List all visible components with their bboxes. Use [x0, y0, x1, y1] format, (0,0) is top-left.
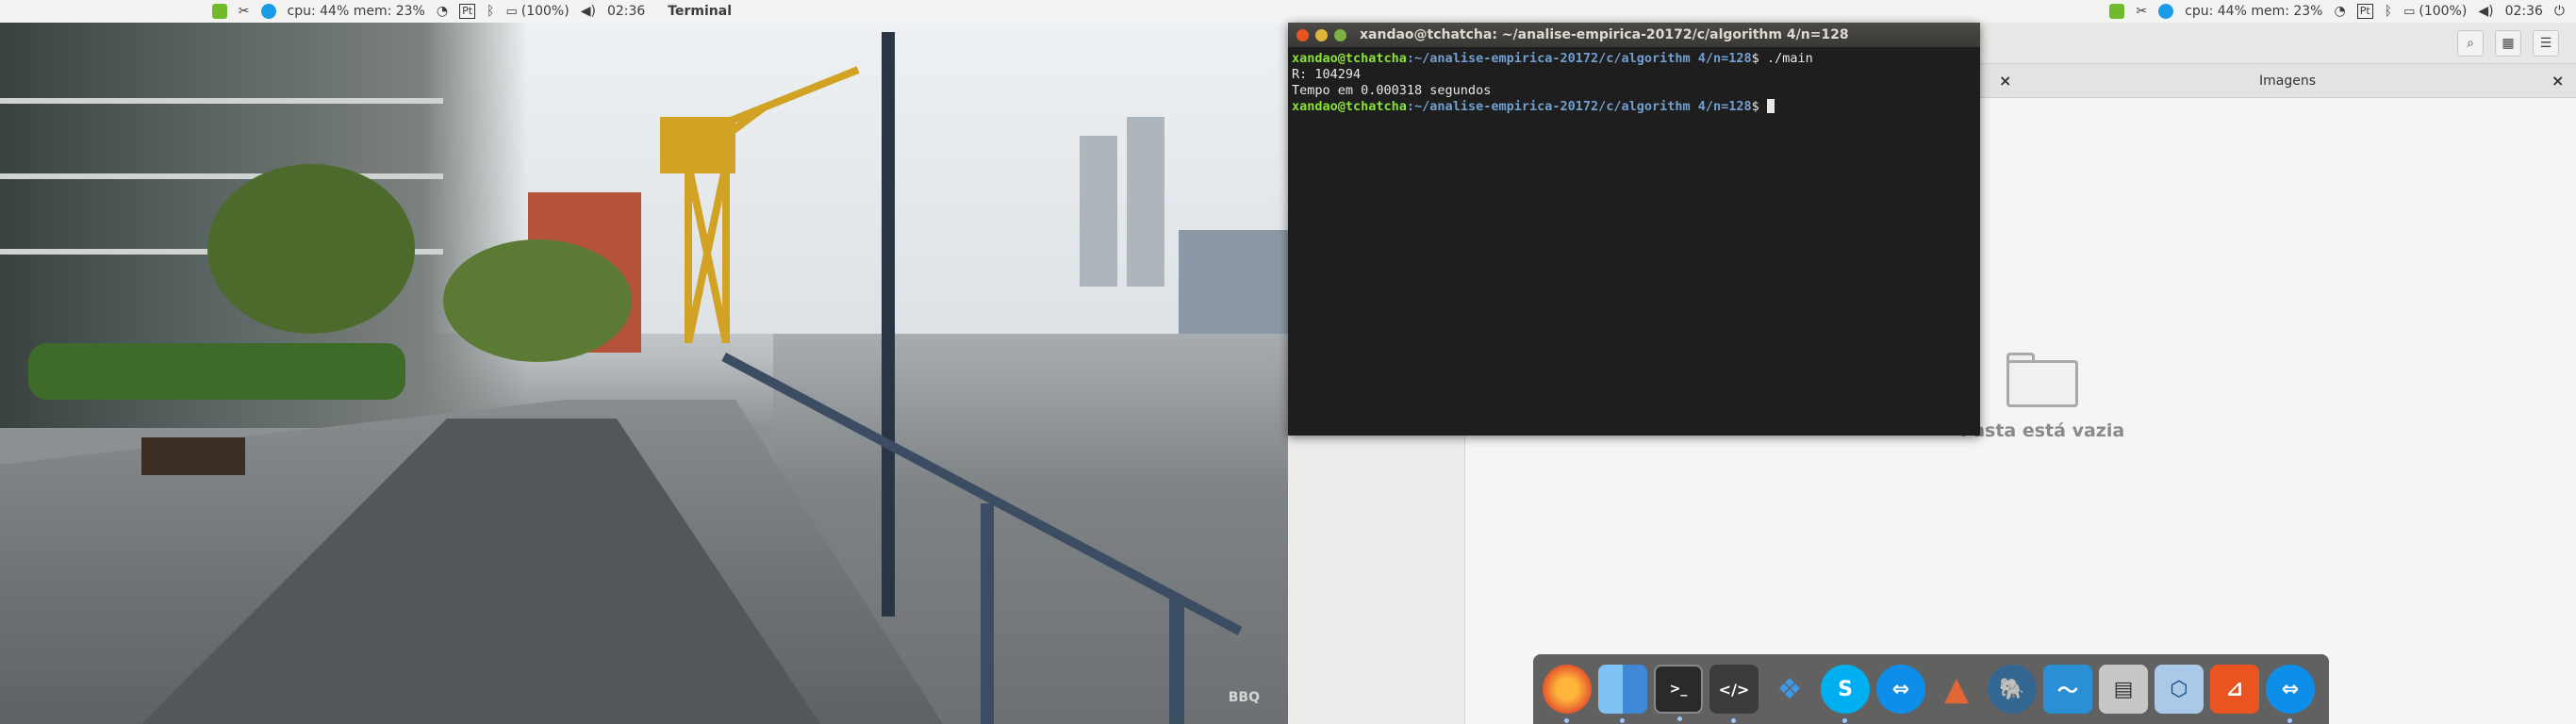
tab-label: Imagens — [2258, 74, 2316, 89]
lamp-post — [882, 32, 895, 617]
update-indicator-icon[interactable] — [2109, 4, 2125, 19]
tools-icon[interactable]: ✂ — [239, 4, 250, 19]
close-tab-icon[interactable]: × — [1999, 72, 2011, 90]
watermark: BBQ — [1228, 690, 1260, 705]
volume-icon[interactable]: ◀) — [581, 4, 596, 19]
minimize-window-button[interactable] — [1315, 28, 1328, 41]
clock[interactable]: 02:36 — [607, 4, 645, 19]
tree — [443, 239, 632, 362]
keyboard-layout[interactable]: Pt — [2356, 4, 2373, 19]
maximize-window-button[interactable] — [1334, 28, 1346, 41]
system-monitor[interactable]: cpu: 44% mem: 23% — [288, 4, 425, 19]
mysql-workbench-icon[interactable]: 〜 — [2043, 665, 2092, 714]
teamviewer-icon[interactable]: ⇔ — [1876, 665, 1925, 714]
teamviewer-tray-icon[interactable] — [260, 4, 276, 19]
active-app-name[interactable]: Terminal — [668, 4, 732, 19]
skyscraper — [1127, 117, 1164, 287]
system-monitor[interactable]: cpu: 44% mem: 23% — [2185, 4, 2322, 19]
railing-post — [1169, 598, 1184, 724]
virtualbox-icon[interactable]: ⬡ — [2155, 665, 2204, 714]
top-panel-right: ✂ cpu: 44% mem: 23% ◔ Pt ᛒ ▭ (100%) ◀) 0… — [1288, 0, 2576, 23]
tree — [207, 164, 415, 334]
close-tab-icon[interactable]: × — [2551, 72, 2564, 90]
terminal-output[interactable]: xandao@tchatcha:~/analise-empirica-20172… — [1288, 47, 1980, 119]
battery-percent[interactable]: (100%) — [2419, 4, 2467, 19]
tab-imagens[interactable]: Imagens — [2033, 64, 2542, 98]
code-editor-icon[interactable]: </> — [1709, 665, 1759, 723]
matlab-icon[interactable]: ▲ — [1932, 665, 1981, 714]
hedge — [28, 343, 405, 400]
postgresql-icon[interactable]: 🐘 — [1988, 665, 2037, 714]
menu-button[interactable]: ☰ — [2533, 30, 2559, 57]
terminal-titlebar[interactable]: xandao@tchatcha: ~/analise-empirica-2017… — [1288, 23, 1980, 47]
volume-icon[interactable]: ◀) — [2478, 4, 2493, 19]
terminal-title: xandao@tchatcha: ~/analise-empirica-2017… — [1360, 27, 1849, 42]
teamviewer-tray-icon[interactable] — [2158, 4, 2174, 19]
terminal-line: xandao@tchatcha:~/analise-empirica-20172… — [1292, 51, 1813, 66]
search-button[interactable]: ⌕ — [2457, 30, 2484, 57]
top-panel-left: ✂ cpu: 44% mem: 23% ◔ Pt ᛒ ▭ (100%) ◀) 0… — [0, 0, 1288, 23]
building — [1179, 230, 1288, 334]
wifi-icon[interactable]: ◔ — [437, 4, 448, 19]
teamviewer-2-icon[interactable]: ⇔ — [2266, 665, 2315, 723]
railing-post — [981, 503, 994, 724]
finder-icon[interactable] — [1598, 665, 1647, 723]
dock: >_ </> ❖ S ⇔ ▲ 🐘 〜 ▤ ⬡ ⊿ ⇔ — [1533, 654, 2329, 724]
battery-icon[interactable]: ▭ — [2403, 5, 2415, 19]
bluetooth-icon[interactable]: ᛒ — [2385, 4, 2392, 19]
terminal-line: Tempo em 0.000318 segundos — [1292, 83, 1492, 98]
terminal-line: R: 104294 — [1292, 67, 1362, 82]
keyboard-layout[interactable]: Pt — [459, 4, 476, 19]
firefox-icon[interactable] — [1543, 665, 1592, 723]
skyscraper — [1080, 136, 1117, 287]
tools-icon[interactable]: ✂ — [2136, 4, 2147, 19]
wifi-icon[interactable]: ◔ — [2335, 4, 2346, 19]
update-indicator-icon[interactable] — [211, 4, 227, 19]
terminal-icon[interactable]: >_ — [1654, 665, 1703, 721]
skype-icon[interactable]: S — [1821, 665, 1870, 723]
power-icon[interactable]: ⏻ — [2554, 4, 2565, 19]
scanner-icon[interactable]: ▤ — [2099, 665, 2148, 714]
clock[interactable]: 02:36 — [2505, 4, 2543, 19]
battery-icon[interactable]: ▭ — [505, 5, 517, 19]
terminal-prompt-line: xandao@tchatcha:~/analise-empirica-20172… — [1292, 99, 1976, 115]
folder-icon — [2006, 353, 2078, 407]
battery-percent[interactable]: (100%) — [521, 4, 570, 19]
video-frame[interactable]: BBQ — [0, 23, 1288, 724]
terminal-window[interactable]: xandao@tchatcha: ~/analise-empirica-2017… — [1288, 23, 1980, 436]
bench — [141, 437, 245, 475]
ubuntu-software-icon[interactable]: ⊿ — [2210, 665, 2259, 714]
bluetooth-icon[interactable]: ᛒ — [487, 4, 494, 19]
close-window-button[interactable] — [1296, 28, 1309, 41]
view-grid-button[interactable]: ▦ — [2495, 30, 2521, 57]
text-cursor — [1766, 99, 1775, 113]
dropbox-icon[interactable]: ❖ — [1765, 665, 1814, 714]
crane — [660, 66, 860, 343]
